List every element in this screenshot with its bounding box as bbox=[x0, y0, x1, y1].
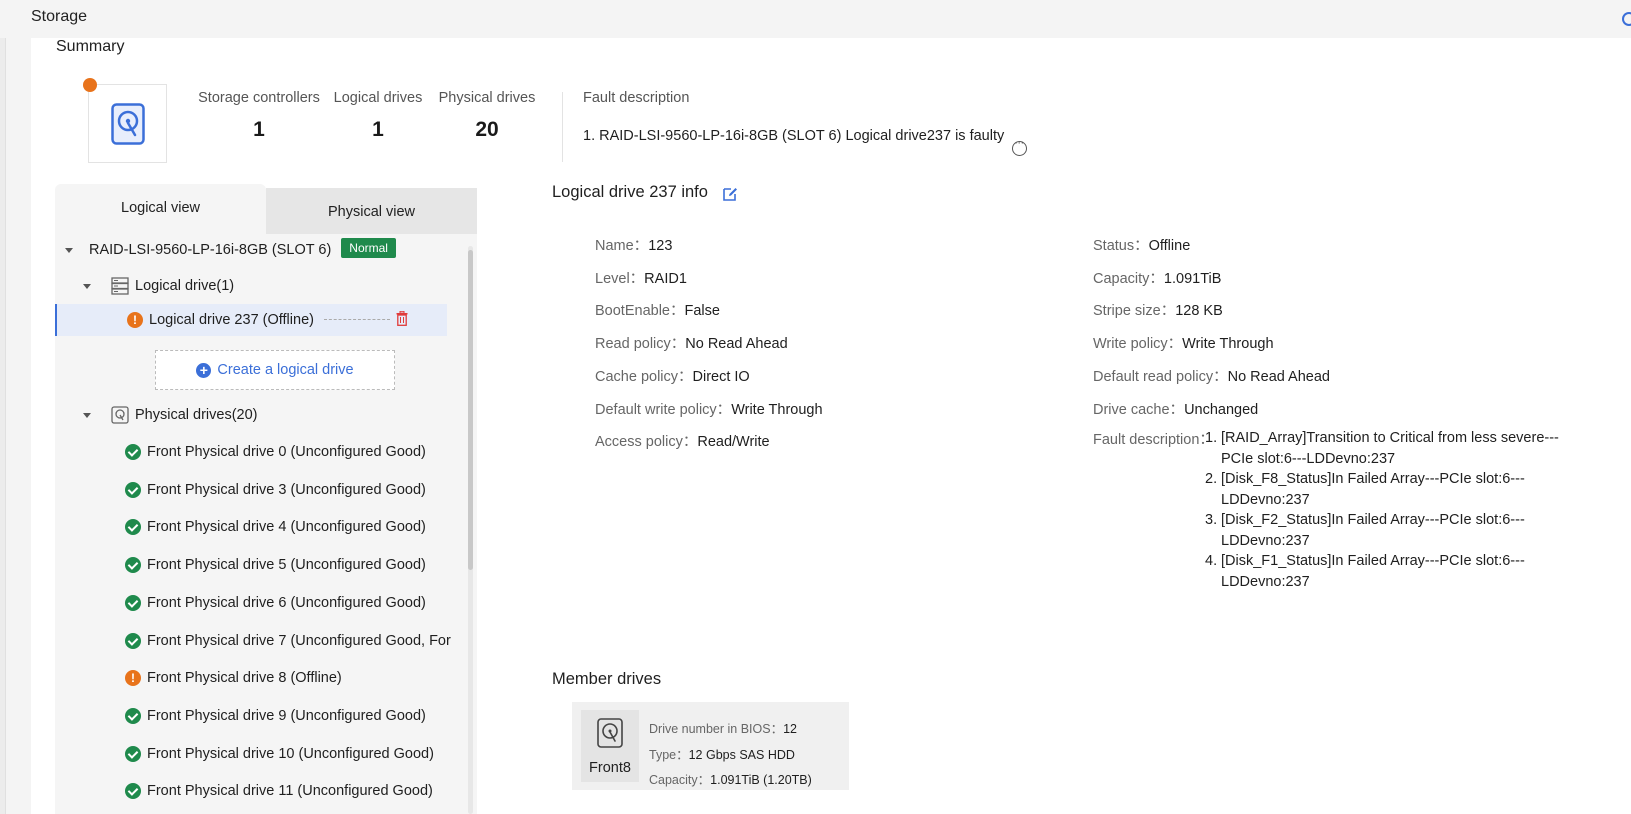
fault-item: 3. [Disk_F2_Status]In Failed Array---PCIe… bbox=[1205, 512, 1525, 549]
tab-logical-view[interactable]: Logical view bbox=[55, 184, 266, 234]
fault-description-value: 1. RAID-LSI-9560-LP-16i-8GB (SLOT 6) Log… bbox=[583, 128, 1028, 156]
member-drive-label: Front8 bbox=[589, 760, 631, 776]
physical-drive-label: Front Physical drive 8 (Offline) bbox=[147, 670, 342, 687]
tree-node-physical-drive[interactable]: Front Physical drive 5 (Unconfigured Goo… bbox=[55, 549, 465, 581]
caret-down-icon[interactable] bbox=[83, 413, 91, 418]
left-gutter bbox=[0, 38, 6, 814]
physical-group-label: Physical drives(20) bbox=[135, 407, 258, 423]
tree-node-physical-drive[interactable]: Front Physical drive 4 (Unconfigured Goo… bbox=[55, 511, 465, 543]
tree-node-physical-drive[interactable]: Front Physical drive 11 (Unconfigured Go… bbox=[55, 775, 465, 807]
member-drive-icon-box: Front8 bbox=[581, 710, 639, 782]
physical-drive-label: Front Physical drive 6 (Unconfigured Goo… bbox=[147, 594, 426, 611]
more-icon[interactable]: more bbox=[1012, 137, 1028, 156]
info-field: Access policy：Read/Write bbox=[595, 434, 770, 451]
delete-icon[interactable] bbox=[396, 311, 408, 326]
stat-logical-drives: Logical drives 1 bbox=[333, 90, 423, 141]
controller-label: RAID-LSI-9560-LP-16i-8GB (SLOT 6) bbox=[89, 242, 332, 258]
tree-node-physical-drive[interactable]: Front Physical drive 7 (Unconfigured Goo… bbox=[55, 625, 465, 657]
check-circle-icon bbox=[125, 444, 141, 460]
physical-drive-label: Front Physical drive 0 (Unconfigured Goo… bbox=[147, 444, 426, 460]
physical-drive-label: Front Physical drive 9 (Unconfigured Goo… bbox=[147, 707, 426, 724]
check-circle-icon bbox=[125, 632, 141, 649]
info-field: Stripe size：128 KB bbox=[1093, 303, 1223, 320]
tree-node-physical-group[interactable]: Physical drives(20) bbox=[55, 399, 465, 431]
member-drive-card[interactable]: Front8 Drive number in BIOS：12 Type：12 G… bbox=[572, 702, 849, 790]
member-drives-title: Member drives bbox=[552, 670, 662, 688]
info-fault-list: 1. [RAID_Array]Transition to Critical fro… bbox=[1205, 428, 1565, 592]
tree-node-physical-drive[interactable]: ! Front Physical drive 8 (Offline) bbox=[55, 662, 465, 694]
view-tabs: Logical view Physical view bbox=[55, 184, 477, 234]
fault-item: 2. [Disk_F8_Status]In Failed Array---PCIe… bbox=[1205, 471, 1525, 508]
summary-divider bbox=[562, 92, 563, 162]
dashed-connector bbox=[323, 319, 390, 320]
physical-drive-label: Front Physical drive 3 (Unconfigured Goo… bbox=[147, 481, 426, 498]
info-field: Capacity：1.091TiB bbox=[1093, 270, 1222, 287]
status-badge: Normal bbox=[341, 238, 396, 258]
info-field: Default write policy：Write Through bbox=[595, 401, 823, 418]
tree-node-logical-drive-237[interactable]: ! Logical drive 237 (Offline) bbox=[55, 304, 447, 336]
server-stack-icon bbox=[111, 277, 129, 295]
check-circle-icon bbox=[125, 745, 141, 762]
stat-physical-drives: Physical drives 20 bbox=[438, 90, 536, 141]
warning-icon: ! bbox=[127, 312, 143, 328]
check-circle-icon bbox=[125, 783, 141, 800]
tab-physical-view[interactable]: Physical view bbox=[266, 188, 477, 234]
storage-tree: RAID-LSI-9560-LP-16i-8GB (SLOT 6) Normal … bbox=[55, 234, 477, 814]
check-circle-icon bbox=[125, 707, 141, 724]
page-title: Storage bbox=[31, 8, 88, 25]
tree-node-logical-group[interactable]: Logical drive(1) bbox=[55, 270, 465, 302]
tree-node-physical-drive[interactable]: Front Physical drive 9 (Unconfigured Goo… bbox=[55, 700, 465, 732]
refresh-icon[interactable] bbox=[1622, 12, 1631, 26]
check-circle-icon bbox=[125, 594, 141, 611]
info-field: Name：123 bbox=[595, 238, 673, 254]
warning-icon: ! bbox=[125, 670, 141, 687]
alert-dot-icon bbox=[83, 78, 97, 92]
info-field: Status：Offline bbox=[1093, 238, 1191, 254]
info-field: Drive cache：Unchanged bbox=[1093, 401, 1259, 418]
logical-drive-label: Logical drive 237 (Offline) bbox=[149, 312, 314, 328]
tree-node-physical-drive[interactable]: Front Physical drive 6 (Unconfigured Goo… bbox=[55, 587, 465, 619]
physical-drive-label: Front Physical drive 7 (Unconfigured Goo… bbox=[147, 632, 451, 649]
disk-icon bbox=[597, 718, 623, 748]
tree-node-physical-drive[interactable]: Front Physical drive 3 (Unconfigured Goo… bbox=[55, 474, 465, 506]
member-bios-number: Drive number in BIOS：12 bbox=[649, 722, 797, 736]
stat-storage-controllers: Storage controllers 1 bbox=[198, 90, 320, 141]
info-field: Level：RAID1 bbox=[595, 270, 687, 287]
top-bar: Storage bbox=[0, 0, 1631, 38]
tree-node-physical-drive[interactable]: Front Physical drive 0 (Unconfigured Goo… bbox=[55, 436, 465, 468]
caret-down-icon[interactable] bbox=[65, 248, 73, 253]
tree-node-controller[interactable]: RAID-LSI-9560-LP-16i-8GB (SLOT 6) Normal bbox=[55, 234, 465, 266]
logical-drive-info-title: Logical drive 237 info bbox=[552, 183, 708, 201]
member-capacity: Capacity：1.091TiB (1.20TB) bbox=[649, 773, 812, 787]
physical-drive-label: Front Physical drive 4 (Unconfigured Goo… bbox=[147, 519, 426, 536]
edit-icon[interactable] bbox=[722, 186, 738, 202]
fault-item: 4. [Disk_F1_Status]In Failed Array---PCIe… bbox=[1205, 553, 1525, 590]
info-field: Read policy：No Read Ahead bbox=[595, 336, 788, 353]
tree-node-physical-drive[interactable]: Front Physical drive 10 (Unconfigured Go… bbox=[55, 738, 465, 770]
fault-item: 1. [RAID_Array]Transition to Critical fro… bbox=[1205, 430, 1559, 467]
tree-scrollbar-thumb[interactable] bbox=[468, 250, 473, 570]
storage-device-icon bbox=[88, 84, 167, 163]
check-circle-icon bbox=[125, 557, 141, 574]
disk-icon bbox=[111, 406, 129, 424]
check-circle-icon bbox=[125, 481, 141, 498]
physical-drive-label: Front Physical drive 10 (Unconfigured Go… bbox=[147, 745, 434, 762]
member-type: Type：12 Gbps SAS HDD bbox=[649, 748, 795, 762]
info-fault-description-key: Fault description： bbox=[1093, 432, 1214, 448]
physical-drive-label: Front Physical drive 5 (Unconfigured Goo… bbox=[147, 557, 426, 574]
summary-title: Summary bbox=[56, 38, 125, 55]
create-logical-drive-button[interactable]: + Create a logical drive bbox=[155, 350, 395, 390]
logical-group-label: Logical drive(1) bbox=[135, 278, 235, 294]
plus-icon: + bbox=[196, 363, 212, 378]
fault-description-label: Fault description bbox=[583, 90, 690, 106]
physical-drive-label: Front Physical drive 11 (Unconfigured Go… bbox=[147, 783, 433, 800]
caret-down-icon[interactable] bbox=[83, 284, 91, 289]
info-field: Cache policy：Direct IO bbox=[595, 368, 750, 385]
info-field: Write policy：Write Through bbox=[1093, 336, 1274, 353]
check-circle-icon bbox=[125, 519, 141, 536]
info-field: Default read policy：No Read Ahead bbox=[1093, 368, 1330, 385]
info-field: BootEnable：False bbox=[595, 303, 720, 320]
